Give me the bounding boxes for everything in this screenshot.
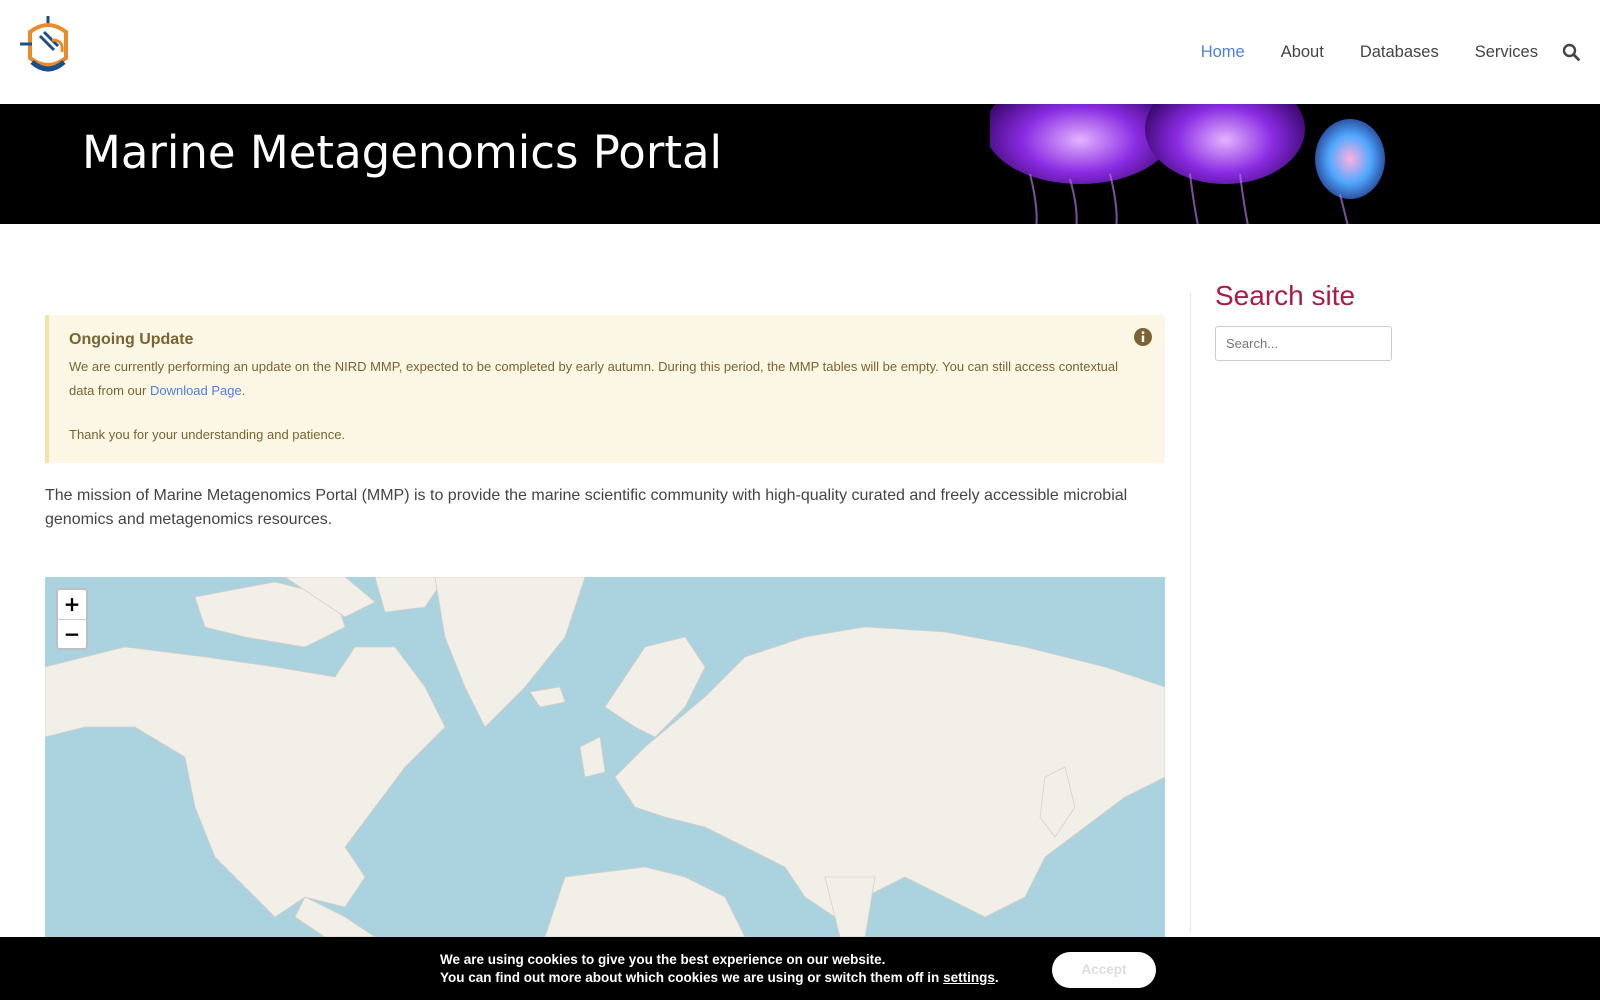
map-tiles — [45, 577, 1165, 937]
sidebar-divider — [1190, 293, 1191, 933]
hero-banner: Marine Metagenomics Portal — [0, 104, 1600, 224]
nav-item-services[interactable]: Services — [1475, 43, 1538, 62]
cookie-line-2: You can find out more about which cookie… — [440, 969, 999, 987]
download-page-link[interactable]: Download Page — [150, 383, 242, 398]
banner-title: Marine Metagenomics Portal — [82, 126, 723, 179]
zoom-out-button[interactable]: − — [58, 620, 86, 649]
jellyfish-image — [990, 104, 1385, 224]
world-map[interactable]: + − — [45, 577, 1165, 937]
notice-title: Ongoing Update — [69, 331, 194, 348]
site-logo[interactable] — [18, 10, 78, 76]
cookie-settings-link[interactable]: settings — [943, 970, 995, 985]
cookie-line-2-text: You can find out more about which cookie… — [440, 970, 940, 985]
main-nav: Home About Databases Services — [1165, 0, 1580, 104]
sidebar-title: Search site — [1215, 280, 1356, 311]
site-header: Home About Databases Services — [0, 0, 1600, 105]
accept-cookies-button[interactable]: Accept — [1052, 952, 1156, 988]
nav-item-home[interactable]: Home — [1201, 43, 1245, 62]
nav-item-databases[interactable]: Databases — [1360, 43, 1439, 62]
notice-thanks: Thank you for your understanding and pat… — [69, 427, 346, 442]
update-notice: Ongoing Update We are currently performi… — [45, 315, 1165, 463]
notice-period: . — [241, 383, 246, 398]
cookie-banner: We are using cookies to give you the bes… — [0, 937, 1600, 1000]
cookie-line-1: We are using cookies to give you the bes… — [440, 952, 886, 967]
search-input[interactable] — [1215, 326, 1392, 361]
search-icon[interactable] — [1562, 43, 1580, 61]
nav-item-about[interactable]: About — [1281, 43, 1324, 62]
cookie-period: . — [994, 970, 999, 985]
zoom-in-button[interactable]: + — [58, 590, 86, 620]
notice-body: We are currently performing an update on… — [69, 355, 1129, 403]
map-zoom-control: + − — [56, 588, 88, 650]
info-icon — [1134, 328, 1152, 346]
cookie-message: We are using cookies to give you the bes… — [440, 951, 999, 987]
mission-statement: The mission of Marine Metagenomics Porta… — [45, 487, 1128, 528]
